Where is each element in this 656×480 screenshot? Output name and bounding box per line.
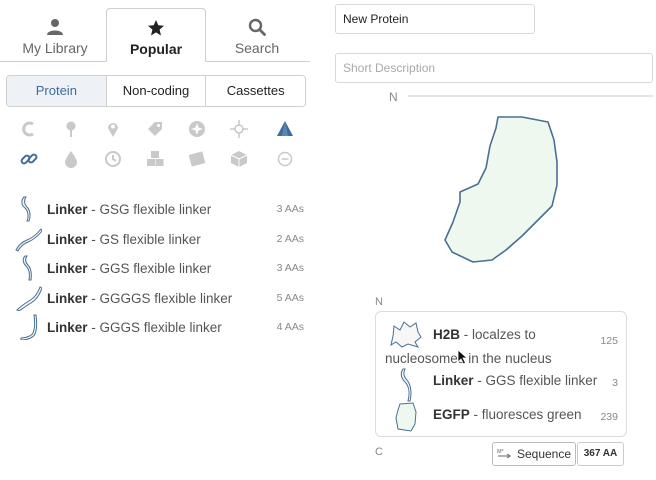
linker-shape-icon — [21, 196, 31, 222]
part-length: 3 AAs — [276, 262, 304, 274]
list-item[interactable]: Linker - GGGGS flexible linker 5 AAs — [14, 284, 304, 314]
mouse-cursor-icon — [457, 349, 469, 365]
minus-circle-icon[interactable] — [276, 150, 294, 168]
linker-shape-icon — [400, 368, 412, 402]
part-name: Linker — [47, 320, 88, 335]
search-icon — [248, 18, 266, 36]
cube-icon[interactable] — [230, 150, 248, 168]
sequence-button[interactable]: M* Sequence — [492, 442, 576, 466]
part-desc: - GGGS flexible linker — [87, 320, 222, 335]
composition-name: Linker — [433, 373, 474, 388]
location-icon[interactable] — [104, 120, 122, 138]
composition-label: EGFP - fluoresces green — [433, 407, 582, 422]
clock-icon[interactable] — [104, 150, 122, 168]
linker-shape-icon — [20, 314, 38, 340]
composition-desc: - GGS flexible linker — [473, 373, 598, 388]
part-label: Linker - GGGS flexible linker — [47, 320, 222, 335]
link-icon[interactable] — [20, 150, 38, 168]
total-length-badge: 367 AA — [577, 442, 624, 466]
crosshair-icon[interactable] — [230, 120, 248, 138]
star-icon — [148, 20, 164, 36]
protein-composition: H2B - localzes to nucleosomes in the nuc… — [375, 311, 627, 437]
c-terminus-icon[interactable] — [20, 120, 38, 138]
part-type-protein[interactable]: Protein — [7, 76, 106, 106]
part-length: 4 AAs — [276, 321, 304, 333]
film-icon[interactable] — [188, 150, 206, 168]
protein-structure-preview — [430, 110, 570, 270]
part-desc: - GS flexible linker — [87, 231, 201, 247]
svg-text:M*: M* — [497, 449, 505, 455]
tab-search[interactable]: Search — [207, 8, 307, 62]
part-list: Linker - GSG flexible linker 3 AAs Linke… — [14, 195, 304, 343]
part-label: Linker - GGGGS flexible linker — [47, 291, 232, 306]
part-desc: - GSG flexible linker — [87, 202, 212, 217]
linker-shape-icon — [15, 227, 42, 252]
composition-count: 239 — [600, 411, 618, 423]
part-type-non-coding[interactable]: Non-coding — [105, 76, 206, 106]
part-length: 5 AAs — [276, 291, 304, 304]
list-item[interactable]: Linker - GSG flexible linker 3 AAs — [14, 195, 304, 225]
sequence-button-label: Sequence — [516, 447, 572, 461]
part-length: 2 AAs — [276, 232, 304, 245]
part-desc: - GGGGS flexible linker — [87, 290, 233, 306]
protein-name-input[interactable] — [335, 4, 535, 34]
feature-icon-grid — [10, 118, 310, 178]
part-type-switch: Protein Non-coding Cassettes — [6, 75, 306, 107]
part-name: Linker — [47, 290, 88, 306]
n-terminus-label-small: N — [375, 296, 383, 308]
cubes-icon[interactable] — [146, 150, 164, 168]
part-length: 3 AAs — [276, 203, 304, 215]
composition-label: Linker - GGS flexible linker — [433, 373, 597, 388]
composition-name: EGFP — [433, 407, 470, 422]
library-tabs: My Library Popular Search — [0, 0, 310, 62]
composition-count: 125 — [600, 335, 618, 347]
sequence-icon: M* — [497, 449, 511, 459]
egfp-shape-icon — [395, 402, 417, 432]
terminus-ruler — [408, 95, 653, 97]
part-label: Linker - GGS flexible linker — [47, 261, 211, 276]
part-label: Linker - GSG flexible linker — [47, 202, 211, 217]
tab-label: My Library — [22, 40, 88, 56]
pyramid-icon[interactable] — [276, 120, 294, 138]
list-item[interactable]: Linker - GS flexible linker 2 AAs — [14, 225, 304, 255]
part-name: Linker — [47, 231, 88, 247]
list-item[interactable]: Linker - GGGS flexible linker 4 AAs — [14, 313, 304, 343]
composition-desc: - fluoresces green — [469, 407, 582, 422]
pin-icon[interactable] — [62, 120, 80, 138]
part-desc: - GGS flexible linker — [87, 261, 212, 276]
composition-name: H2B — [433, 327, 461, 342]
n-terminus-label: N — [389, 90, 398, 104]
tag-icon[interactable] — [146, 120, 164, 138]
drop-icon[interactable] — [62, 150, 80, 168]
linker-shape-icon — [22, 255, 32, 281]
active-tab-mask — [107, 60, 205, 63]
tab-label: Popular — [129, 41, 183, 57]
tab-popular[interactable]: Popular — [106, 8, 206, 62]
tab-my-library[interactable]: My Library — [5, 8, 105, 62]
composition-label: H2B - localzes to nucleosomes in the nuc… — [385, 323, 605, 371]
part-type-cassettes[interactable]: Cassettes — [205, 76, 305, 106]
composition-count: 3 — [612, 377, 618, 389]
part-label: Linker - GS flexible linker — [47, 232, 201, 247]
user-icon — [47, 19, 63, 35]
part-name: Linker — [47, 261, 88, 276]
c-terminus-label: C — [375, 446, 383, 458]
tab-label: Search — [234, 40, 280, 56]
list-item[interactable]: Linker - GGS flexible linker 3 AAs — [14, 254, 304, 284]
linker-shape-icon — [16, 285, 42, 311]
short-description-input[interactable] — [335, 53, 653, 83]
part-name: Linker — [47, 202, 88, 217]
compass-icon[interactable] — [188, 120, 206, 138]
